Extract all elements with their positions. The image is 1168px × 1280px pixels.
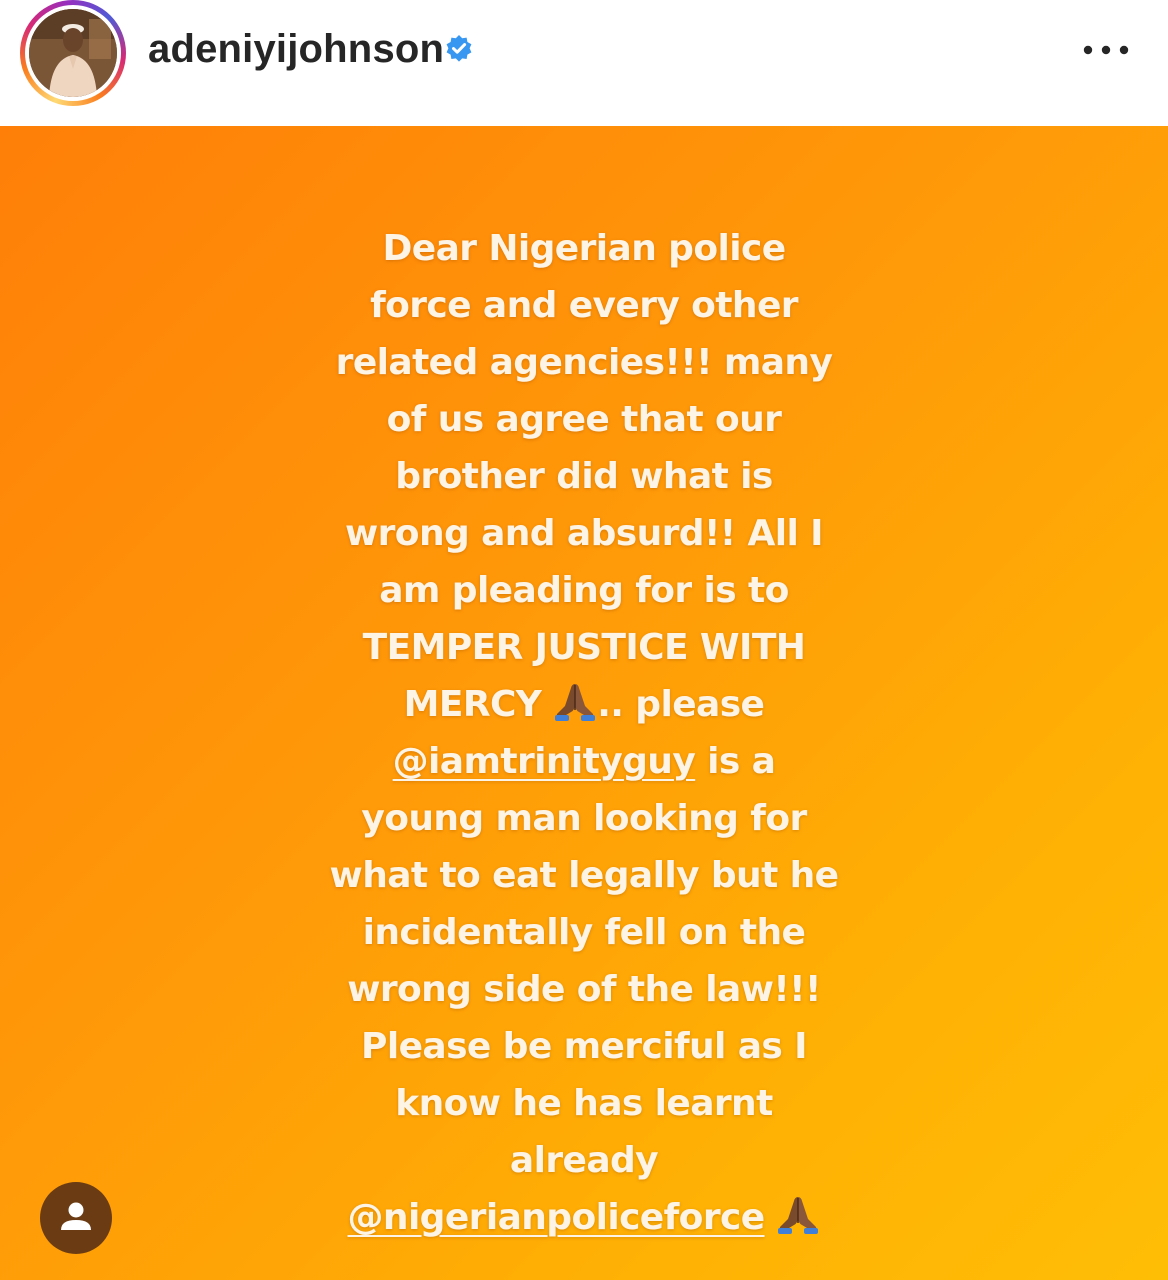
caption-line: am pleading for is to (379, 570, 789, 611)
caption-line: wrong side of the law!!! (347, 969, 821, 1010)
caption-line: force and every other (370, 285, 798, 326)
caption-line: incidentally fell on the (362, 912, 806, 953)
caption-line: already (509, 1140, 659, 1181)
avatar-photo (29, 9, 117, 97)
caption-line: Dear Nigerian police (382, 228, 786, 269)
verified-badge-icon (446, 35, 472, 62)
caption-line: brother did what is (395, 456, 773, 497)
caption-line: Please be merciful as I (361, 1026, 808, 1067)
user-icon (61, 1202, 91, 1230)
avatar[interactable] (29, 9, 117, 97)
caption-line: @iamtrinityguy is a (392, 741, 776, 782)
mention-link[interactable]: @iamtrinityguy (393, 741, 696, 782)
story-caption: Dear Nigerian police force and every oth… (284, 220, 884, 1246)
folded-hands-icon (778, 1197, 819, 1234)
mention-link[interactable]: @nigerianpoliceforce (348, 1197, 766, 1238)
post-header: adeniyijohnson (0, 0, 1168, 126)
more-horizontal-icon[interactable] (1082, 38, 1130, 62)
story-ring[interactable] (20, 0, 126, 106)
folded-hands-icon (555, 684, 596, 721)
caption-line: @nigerianpoliceforce (284, 1189, 884, 1246)
caption-line: wrong and absurd!! All I (345, 513, 824, 554)
caption-line: MERCY .. please (284, 676, 884, 733)
caption-line: young man looking for (361, 798, 807, 839)
story-content[interactable]: Dear Nigerian police force and every oth… (0, 126, 1168, 1280)
caption-line: know he has learnt (395, 1083, 773, 1124)
caption-line: related agencies!!! many (335, 342, 833, 383)
caption-line: TEMPER JUSTICE WITH (362, 627, 806, 668)
caption-line: what to eat legally but he (329, 855, 840, 896)
username[interactable]: adeniyijohnson (148, 26, 444, 72)
caption-line: of us agree that our (386, 399, 782, 440)
tagged-users-button[interactable] (40, 1182, 112, 1254)
